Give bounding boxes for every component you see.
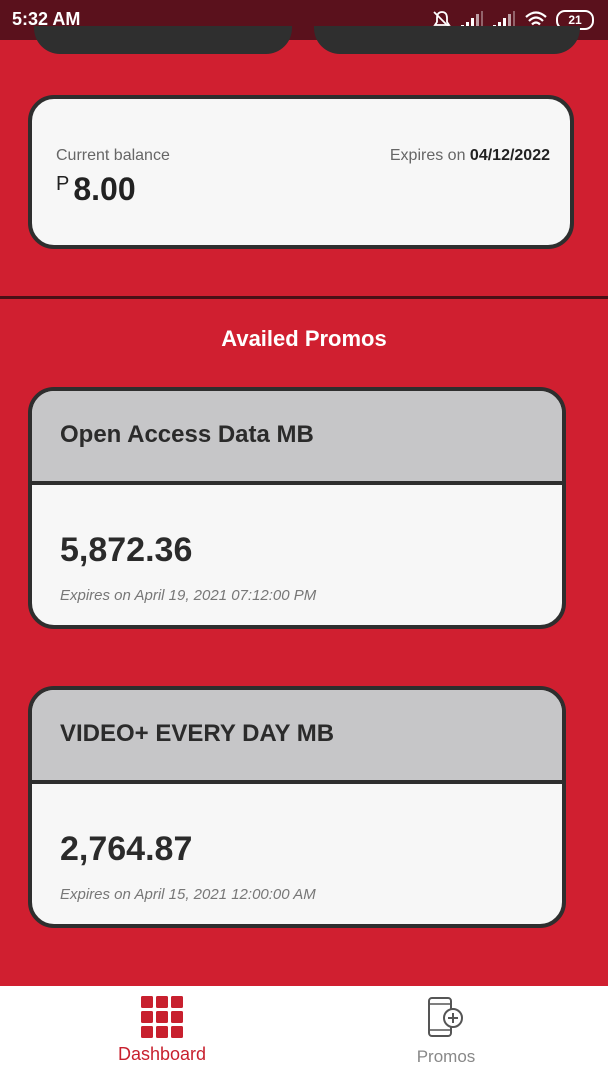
balance-value: P 8.00 (56, 171, 136, 208)
promo-amount: 2,764.87 (60, 830, 193, 868)
bottom-nav: Dashboard Promos (0, 986, 608, 1080)
balance-expiry-date: 04/12/2022 (469, 147, 550, 164)
balance-expiry-prefix: Expires on (389, 147, 466, 164)
balance-expiry: Expires on 04/12/2022 (390, 147, 550, 165)
nav-dashboard-label: Dashboard (117, 1044, 207, 1064)
nav-promos-label: Promos (416, 1047, 476, 1066)
nav-promos[interactable]: Promos (346, 986, 546, 1080)
balance-card: Current balance P 8.00 Expires on 04/12/2… (28, 95, 574, 249)
promo-card[interactable]: Open Access Data MB 5,872.36 Expires on … (28, 387, 566, 629)
promo-card[interactable]: VIDEO+ EVERY DAY MB 2,764.87 Expires on … (28, 686, 566, 928)
promo-expiry: Expires on April 15, 2021 12:00:00 AM (60, 886, 316, 903)
phone-plus-icon (428, 997, 463, 1037)
promo-amount: 5,872.36 (60, 531, 193, 569)
currency-symbol: P (56, 173, 70, 195)
top-card-edge-right (314, 26, 580, 54)
top-card-edge-left (34, 26, 292, 54)
balance-label: Current balance (56, 147, 170, 164)
promo-name: VIDEO+ EVERY DAY MB (32, 690, 562, 784)
promo-name: Open Access Data MB (32, 391, 562, 485)
promo-expiry: Expires on April 19, 2021 07:12:00 PM (60, 587, 317, 604)
availed-promos-title: Availed Promos (221, 326, 387, 351)
grid-icon (141, 996, 183, 1038)
nav-dashboard[interactable]: Dashboard (62, 986, 262, 1080)
balance-amount: 8.00 (73, 171, 136, 207)
section-divider (0, 296, 608, 299)
